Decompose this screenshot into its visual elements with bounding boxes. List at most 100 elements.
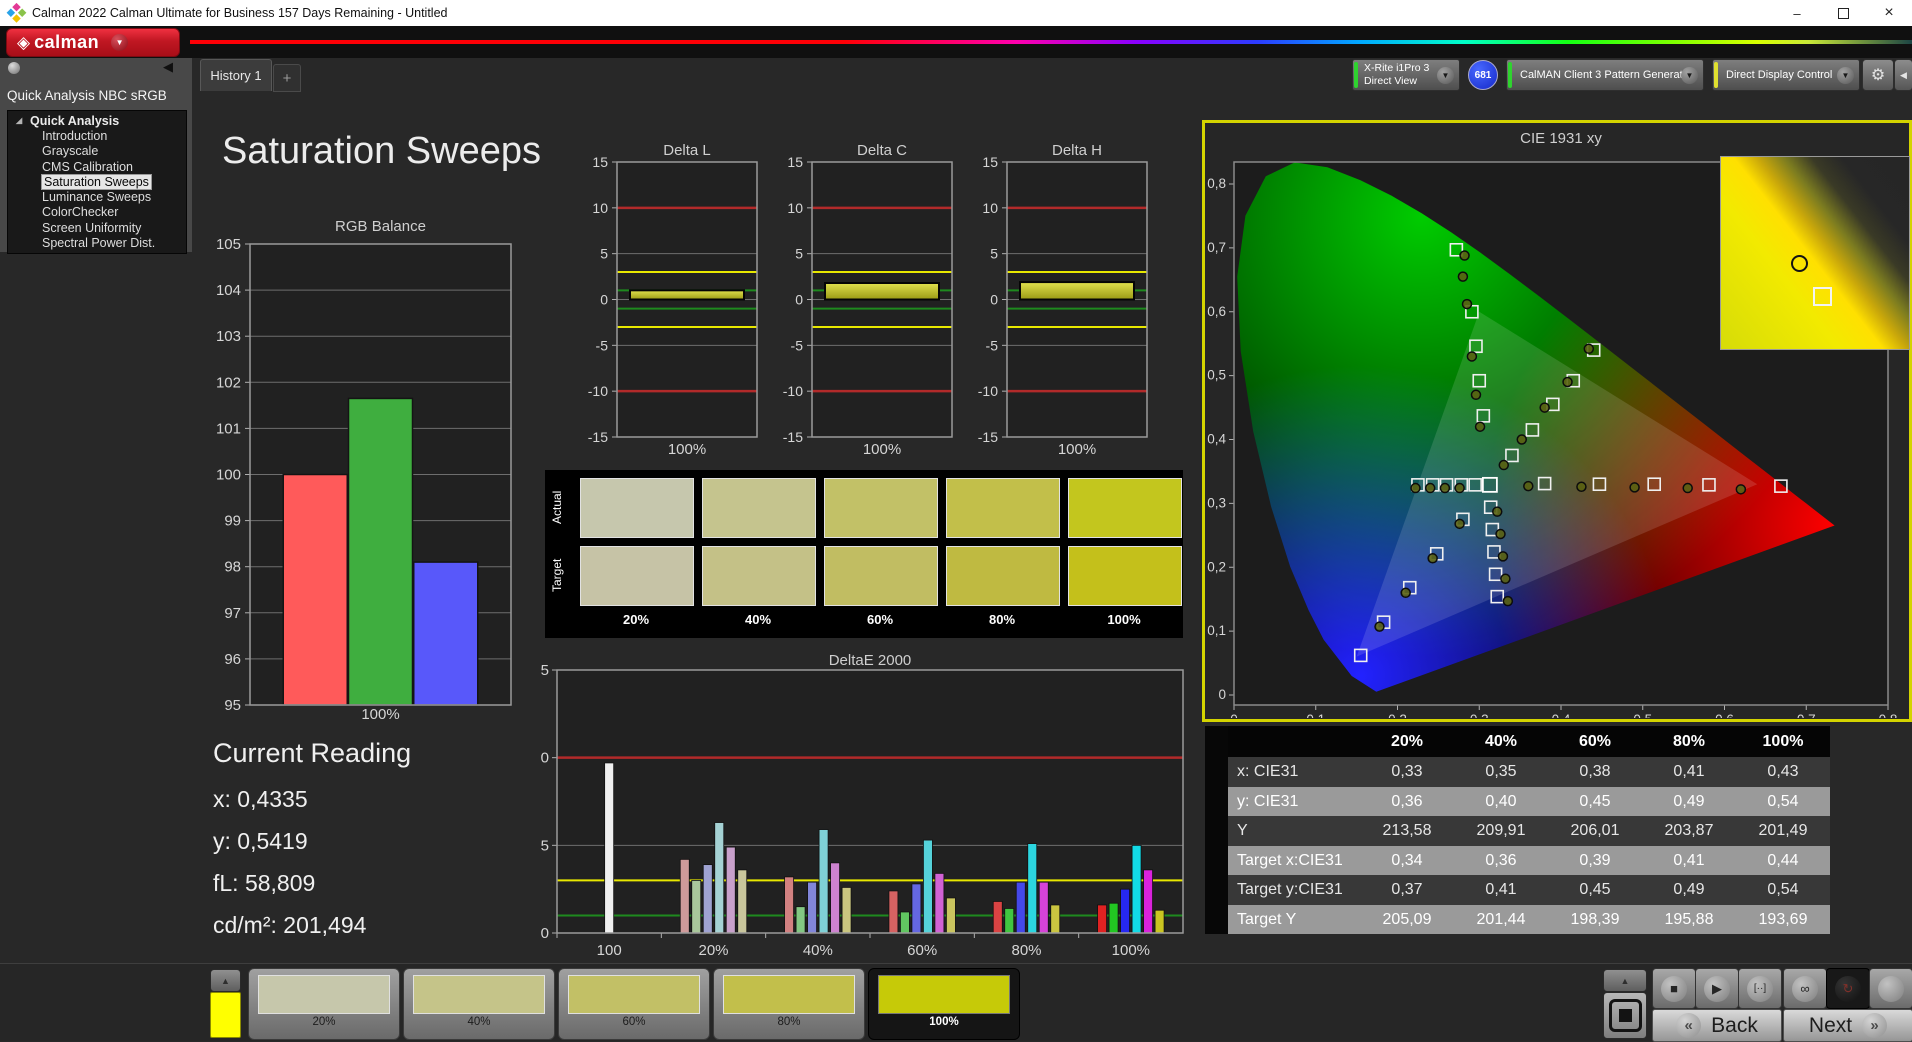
svg-text:-5: -5 (596, 337, 609, 353)
saturation-button-80%[interactable]: 80% (713, 968, 865, 1040)
svg-text:0: 0 (1230, 712, 1238, 718)
sidebar-item-saturation-sweeps[interactable]: Saturation Sweeps (8, 173, 186, 190)
add-tab-button[interactable]: + (273, 64, 301, 92)
saturation-button-60%[interactable]: 60% (558, 968, 710, 1040)
svg-text:5: 5 (541, 837, 549, 854)
pattern-expand-button[interactable]: ▲ (210, 969, 241, 992)
svg-text:-15: -15 (978, 429, 998, 445)
svg-text:5: 5 (600, 246, 608, 262)
target-swatch-100% (1068, 546, 1182, 606)
calman-diamond-icon: ◈ (17, 32, 31, 52)
infinity-icon: ∞ (1792, 975, 1818, 1002)
saturation-button-label: 100% (929, 1016, 959, 1028)
stop-icon: ■ (1661, 975, 1687, 1002)
sidebar-item-introduction[interactable]: Introduction (8, 129, 186, 144)
swatch-col-label: 80% (988, 612, 1016, 627)
svg-text:0,7: 0,7 (1797, 712, 1816, 718)
saturation-button-label: 80% (777, 1016, 801, 1028)
svg-text:0,6: 0,6 (1207, 304, 1226, 319)
svg-text:5: 5 (795, 246, 803, 262)
next-button[interactable]: Next » (1783, 1009, 1912, 1042)
cie-zoom-inset (1720, 156, 1910, 350)
delta-l-xlabel: 100% (667, 441, 707, 458)
panel-collapse-button[interactable]: ◀ (1894, 59, 1912, 91)
record-button[interactable] (1869, 968, 1912, 1009)
svg-text:0,2: 0,2 (1207, 559, 1226, 574)
svg-text:0,4: 0,4 (1207, 432, 1226, 447)
pattern-window-swatch[interactable] (210, 992, 241, 1038)
sidebar: ◀ Quick Analysis NBC sRGB ◢ Quick Analysi… (0, 58, 192, 254)
display-control-dropdown[interactable]: Direct Display Control ▼ (1712, 59, 1860, 91)
svg-text:0: 0 (795, 292, 803, 308)
gear-icon: ⚙ (1870, 67, 1886, 84)
sidebar-item-spectral-power-dist[interactable]: Spectral Power Dist. (8, 236, 186, 251)
saturation-button-20%[interactable]: 20% (248, 968, 400, 1040)
meter-name: X-Rite i1Pro 3 (1364, 62, 1430, 74)
actual-swatch-80% (946, 478, 1060, 538)
saturation-swatch (568, 975, 700, 1014)
delta-c-chart: 15 10 5 0 -5 -10 -15 (783, 154, 953, 445)
chevron-down-icon: ▼ (1437, 67, 1454, 84)
saturation-button-40%[interactable]: 40% (403, 968, 555, 1040)
svg-text:10: 10 (540, 750, 549, 767)
svg-text:100%: 100% (1112, 942, 1150, 959)
sidebar-item-screen-uniformity[interactable]: Screen Uniformity (8, 221, 186, 236)
actual-swatch-100% (1068, 478, 1182, 538)
infinity-button[interactable]: ∞ (1783, 968, 1827, 1009)
svg-text:0,7: 0,7 (1207, 240, 1226, 255)
chevrons-right-icon: » (1862, 1013, 1888, 1038)
back-button[interactable]: « Back (1652, 1009, 1782, 1042)
transport-expand-button[interactable]: ▲ (1603, 969, 1647, 992)
workflow-dot-icon[interactable] (8, 62, 20, 74)
actual-swatch-20% (580, 478, 694, 538)
rgb-balance-xlabel: 100% (361, 706, 400, 723)
svg-text:-5: -5 (791, 337, 804, 353)
sidebar-item-grayscale[interactable]: Grayscale (8, 144, 186, 159)
svg-text:0,8: 0,8 (1207, 176, 1226, 191)
svg-text:0,6: 0,6 (1715, 712, 1734, 718)
maximize-button[interactable] (1820, 0, 1866, 26)
svg-text:0: 0 (541, 925, 549, 942)
svg-text:100: 100 (216, 467, 241, 484)
table-header: 60% (1548, 726, 1642, 757)
minimize-button[interactable]: – (1774, 0, 1820, 26)
reading-y: y: 0,5419 (213, 828, 308, 854)
svg-text:0,2: 0,2 (1388, 712, 1407, 718)
workflow-tree: ◢ Quick Analysis Introduction Grayscale CMS … (7, 110, 187, 254)
svg-text:95: 95 (224, 697, 241, 714)
sidebar-collapse-icon[interactable]: ◀ (163, 59, 173, 75)
tab-history-1[interactable]: History 1 (200, 59, 272, 91)
svg-text:97: 97 (224, 605, 241, 622)
delta-c-xlabel: 100% (862, 441, 902, 458)
meter-badge: 681 (1468, 60, 1498, 90)
close-button[interactable]: × (1866, 0, 1912, 26)
meter-status-accent (1354, 62, 1358, 88)
swatch-col-label: 100% (1107, 612, 1141, 627)
sidebar-item-luminance-sweeps[interactable]: Luminance Sweeps (8, 190, 186, 205)
loop-icon: ↻ (1835, 975, 1861, 1002)
play-button[interactable]: ▶ (1695, 968, 1739, 1009)
table-header: 20% (1360, 726, 1454, 757)
svg-text:10: 10 (787, 200, 803, 216)
sidebar-item-cms-calibration[interactable]: CMS Calibration (8, 160, 186, 175)
bracket-button[interactable]: [··] (1738, 968, 1782, 1009)
actual-row-label: Actual (550, 490, 564, 524)
swatch-col-label: 20% (622, 612, 650, 627)
pattern-source-dropdown[interactable]: CalMAN Client 3 Pattern Generator ▼ (1506, 59, 1704, 91)
sidebar-item-colorchecker[interactable]: ColorChecker (8, 205, 186, 220)
settings-button[interactable]: ⚙ (1862, 59, 1894, 91)
chevron-left-icon: ◀ (1900, 69, 1907, 80)
loop-button[interactable]: ↻ (1826, 968, 1870, 1009)
calman-menu-button[interactable]: ◈ calman ▼ (6, 28, 180, 57)
swatch-col-label: 60% (866, 612, 894, 627)
tree-expander-icon[interactable]: ◢ (16, 116, 22, 125)
display-status-accent (1714, 62, 1718, 88)
svg-text:0,5: 0,5 (1207, 368, 1226, 383)
saturation-button-100%[interactable]: 100% (868, 968, 1020, 1040)
meter-dropdown[interactable]: X-Rite i1Pro 3 Direct View ▼ (1352, 59, 1460, 91)
table-row: Target Y 205,09 201,44 198,39 195,88 193,69 (1205, 904, 1830, 934)
table-header: 40% (1454, 726, 1548, 757)
sidebar-root-quick-analysis[interactable]: ◢ Quick Analysis (8, 111, 186, 129)
pattern-window-button[interactable] (1603, 992, 1647, 1039)
stop-button[interactable]: ■ (1652, 968, 1696, 1009)
